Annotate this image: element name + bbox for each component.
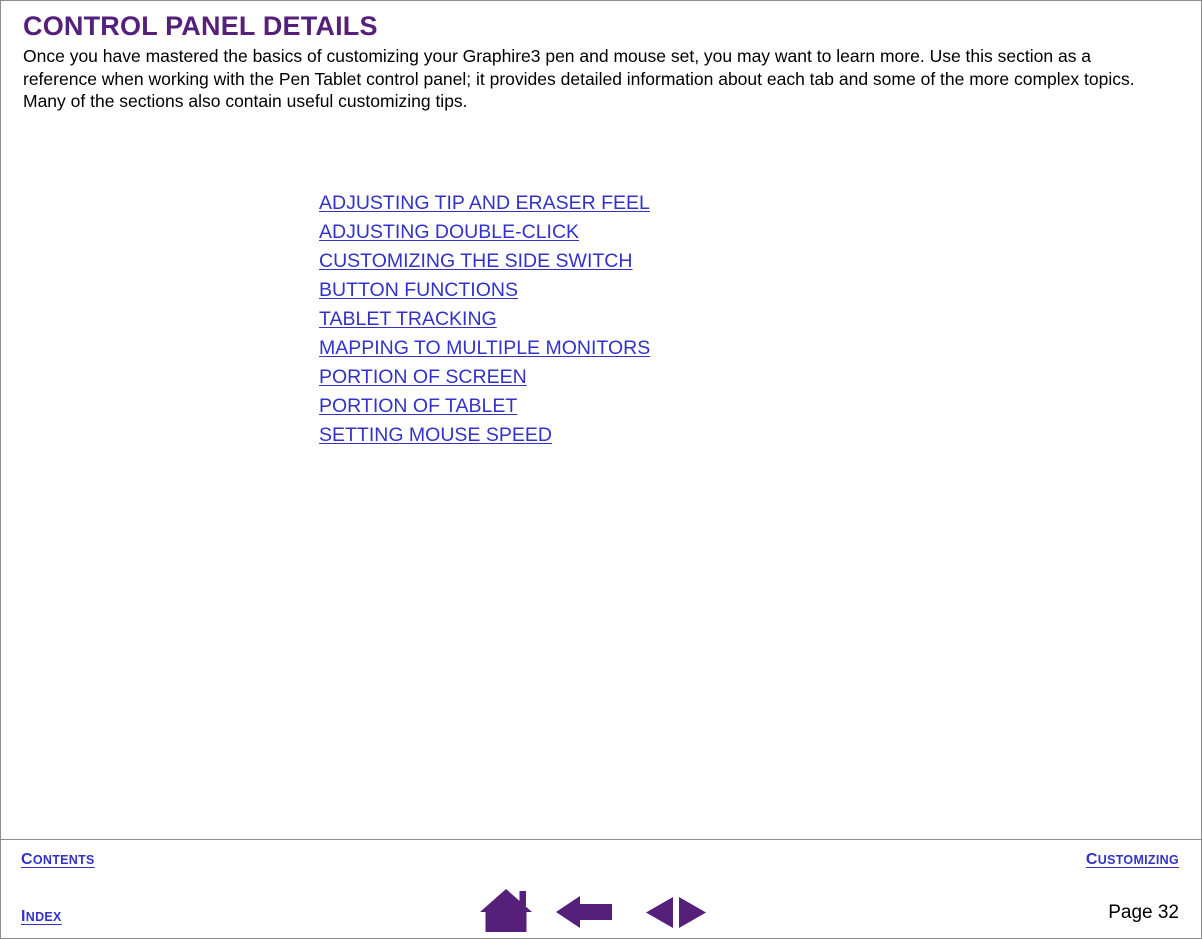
footer-link-contents-initial: C	[21, 851, 33, 868]
toc-link-portion-of-tablet[interactable]: PORTION OF TABLET	[319, 392, 517, 421]
footer-link-customizing-initial: C	[1085, 851, 1098, 868]
footer-link-index-rest: NDEX	[25, 910, 62, 924]
toc-link-setting-mouse-speed[interactable]: SETTING MOUSE SPEED	[319, 421, 552, 450]
home-icon[interactable]	[479, 887, 535, 935]
toc-link-tablet-tracking[interactable]: TABLET TRACKING	[319, 305, 497, 334]
list-item: TABLET TRACKING	[319, 305, 650, 334]
page-number: Page 32	[1108, 902, 1179, 923]
list-item: SETTING MOUSE SPEED	[319, 421, 650, 450]
toc-link-customizing-the-side-switch[interactable]: CUSTOMIZING THE SIDE SWITCH	[319, 247, 632, 276]
toc-link-button-functions[interactable]: BUTTON FUNCTIONS	[319, 276, 518, 305]
footer-link-index[interactable]: INDEX	[21, 908, 62, 926]
document-page: CONTROL PANEL DETAILS Once you have mast…	[0, 0, 1202, 939]
list-item: ADJUSTING TIP AND ERASER FEEL	[319, 189, 650, 218]
footer-link-customizing[interactable]: CUSTOMIZING	[1086, 851, 1179, 869]
list-item: BUTTON FUNCTIONS	[319, 276, 650, 305]
intro-paragraph: Once you have mastered the basics of cus…	[23, 46, 1135, 112]
list-item: ADJUSTING DOUBLE-CLICK	[319, 218, 650, 247]
toc-link-adjusting-tip-and-eraser-feel[interactable]: ADJUSTING TIP AND ERASER FEEL	[319, 189, 650, 218]
toc-link-adjusting-double-click[interactable]: ADJUSTING DOUBLE-CLICK	[319, 218, 579, 247]
list-item: PORTION OF TABLET	[319, 392, 650, 421]
section-link-list: ADJUSTING TIP AND ERASER FEEL ADJUSTING …	[319, 189, 650, 450]
page-footer: CONTENTS INDEX CUSTOMIZING Page 32	[1, 840, 1201, 938]
previous-next-page-icon[interactable]	[645, 896, 707, 929]
list-item: MAPPING TO MULTIPLE MONITORS	[319, 334, 650, 363]
toc-link-mapping-to-multiple-monitors[interactable]: MAPPING TO MULTIPLE MONITORS	[319, 334, 650, 363]
toc-link-portion-of-screen[interactable]: PORTION OF SCREEN	[319, 363, 527, 392]
footer-navigation-icons	[479, 887, 729, 935]
list-item: PORTION OF SCREEN	[319, 363, 650, 392]
list-item: CUSTOMIZING THE SIDE SWITCH	[319, 247, 650, 276]
page-content: CONTROL PANEL DETAILS Once you have mast…	[23, 9, 1179, 113]
page-title: CONTROL PANEL DETAILS	[23, 11, 378, 41]
footer-link-customizing-rest: USTOMIZING	[1097, 853, 1179, 867]
footer-link-contents[interactable]: CONTENTS	[21, 851, 95, 869]
footer-link-contents-rest: ONTENTS	[32, 853, 95, 867]
back-arrow-icon[interactable]	[555, 895, 615, 929]
